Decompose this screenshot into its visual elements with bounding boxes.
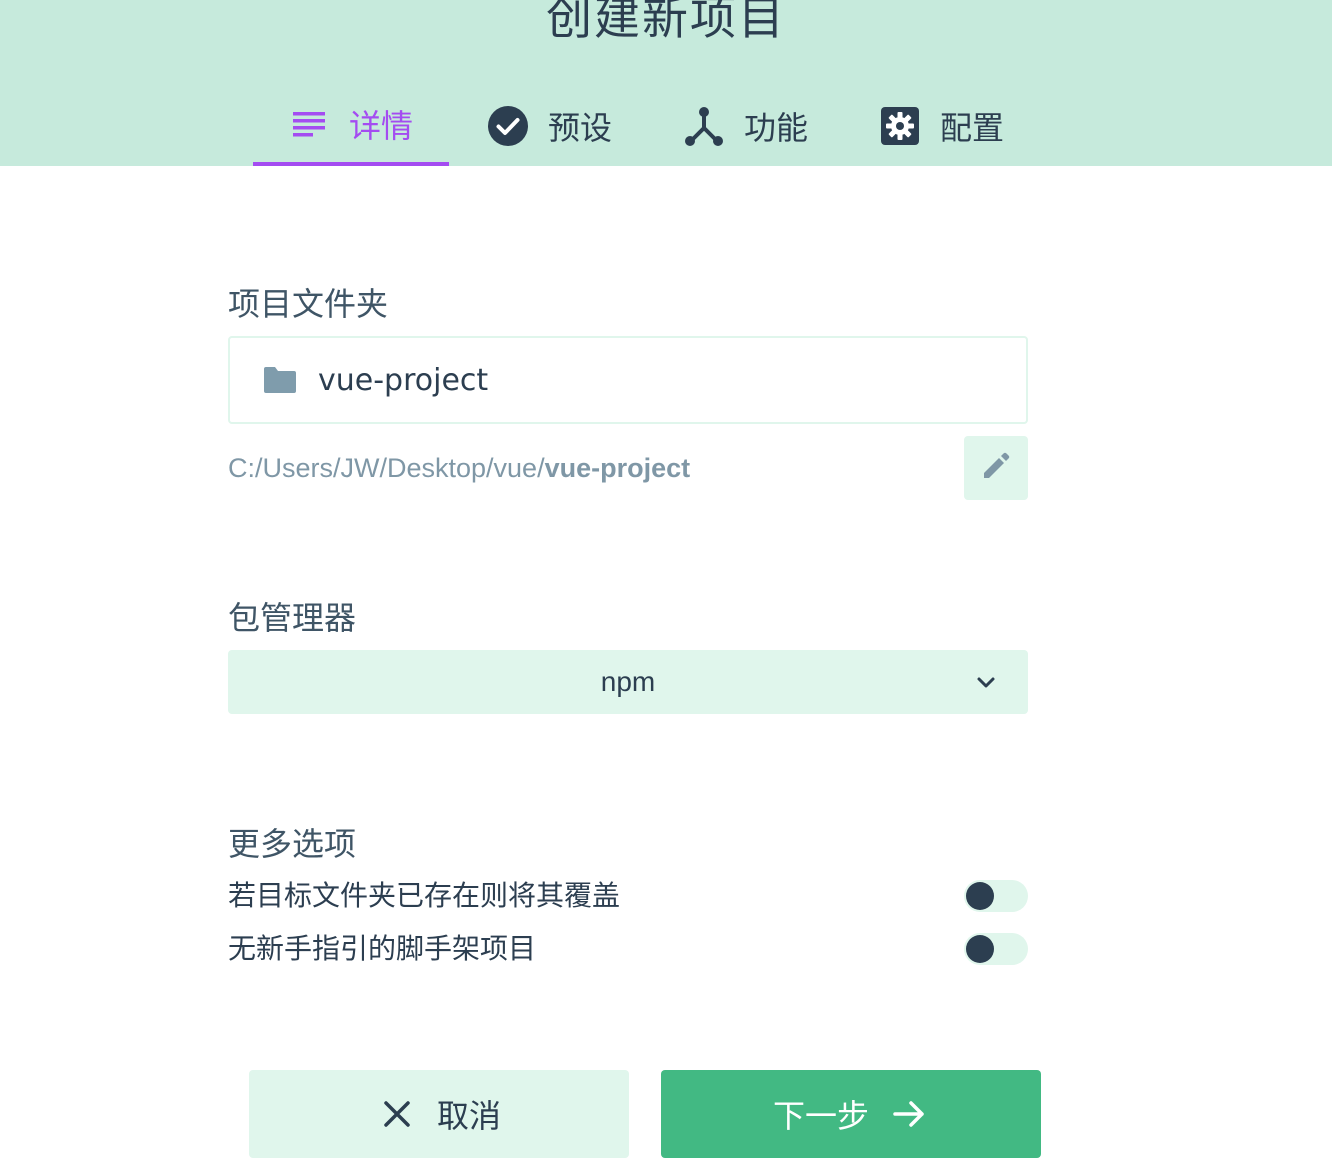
overwrite-toggle[interactable] [964,880,1028,912]
arrow-right-icon [889,1094,929,1134]
page-title: 创建新项目 [546,0,786,45]
next-button[interactable]: 下一步 [661,1070,1041,1158]
option-overwrite: 若目标文件夹已存在则将其覆盖 [228,878,1028,914]
tab-config[interactable]: 配置 [862,86,1022,166]
tab-features-label: 功能 [743,109,808,147]
edit-path-button[interactable] [964,436,1028,500]
project-path-prefix: C:/Users/JW/Desktop/vue/ [228,453,545,483]
package-manager-value: npm [600,666,656,697]
tab-details[interactable]: 详情 [253,86,449,166]
project-folder-field[interactable] [228,336,1028,424]
folder-icon [260,360,300,400]
settings-icon [880,106,920,146]
toggle-knob [966,882,994,910]
project-folder-label: 项目文件夹 [228,285,389,323]
toggle-knob [966,935,994,963]
list-icon [289,104,329,144]
option-no-guide: 无新手指引的脚手架项目 [228,931,1028,967]
more-options-label: 更多选项 [228,825,357,863]
no-guide-toggle[interactable] [964,933,1028,965]
option-overwrite-label: 若目标文件夹已存在则将其覆盖 [228,879,621,912]
close-icon [377,1094,417,1134]
package-manager-select[interactable]: npm [228,650,1028,714]
cancel-button[interactable]: 取消 [249,1070,629,1158]
project-folder-input[interactable] [318,362,938,398]
tab-presets-label: 预设 [547,109,612,147]
tab-features[interactable]: 功能 [666,86,826,166]
project-path-name: vue-project [544,453,691,483]
tab-presets[interactable]: 预设 [470,86,630,166]
option-no-guide-label: 无新手指引的脚手架项目 [228,932,537,965]
package-manager-label: 包管理器 [228,599,357,637]
tab-details-label: 详情 [348,107,413,145]
check-circle-icon [487,106,528,146]
pencil-icon [981,451,1011,485]
header: 创建新项目 详情 预设 功能 配置 [0,0,1332,166]
cancel-label: 取消 [436,1097,501,1135]
chevron-down-icon [974,670,998,694]
next-label: 下一步 [772,1097,869,1135]
project-path: C:/Users/JW/Desktop/vue/vue-project [228,448,690,488]
tab-config-label: 配置 [939,109,1004,147]
fork-icon [684,106,724,146]
